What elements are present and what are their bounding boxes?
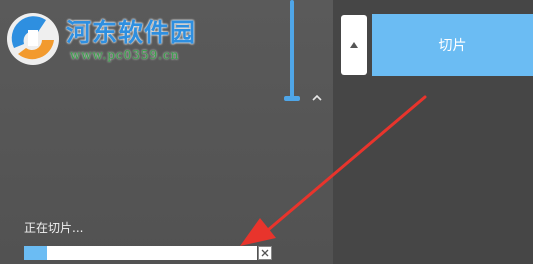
annotation-arrow	[240, 95, 427, 246]
